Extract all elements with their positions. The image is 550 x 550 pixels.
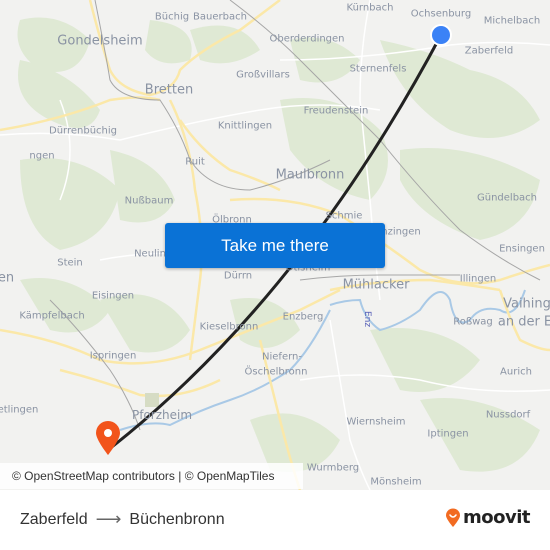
map-label: Kürnbach: [346, 2, 394, 14]
map-label: Nussdorf: [485, 409, 531, 421]
map-label: en: [0, 270, 15, 286]
map-label: Bretten: [144, 82, 194, 98]
map-label: Iptingen: [427, 428, 469, 440]
map-label: Kieselbronn: [199, 321, 259, 333]
map[interactable]: Gondelsheim Büchig Bauerbach Kürnbach Oc…: [0, 0, 550, 490]
park-area: [145, 393, 159, 407]
map-label: nzingen: [381, 226, 421, 238]
origin-marker[interactable]: [429, 23, 453, 47]
arrow-right-icon: ⟶: [95, 509, 122, 529]
map-label: Gündelbach: [476, 192, 538, 204]
map-label: Nußbaum: [124, 195, 174, 207]
map-label: Großvillars: [236, 69, 290, 81]
map-label: etlingen: [0, 404, 39, 416]
moovit-pin-icon: [446, 508, 460, 527]
map-label: Oberderdingen: [269, 33, 345, 45]
map-label: Öschelbronn: [244, 366, 308, 378]
map-label: Enzberg: [282, 311, 324, 323]
moovit-logo[interactable]: moovit: [445, 507, 531, 528]
map-label: Neulin: [134, 248, 166, 260]
origin-name: Zaberfeld: [20, 510, 88, 528]
map-label: Ispringen: [89, 350, 137, 362]
map-label: Mühlacker: [342, 277, 410, 293]
map-label: Ruit: [185, 156, 205, 168]
destination-pin-icon[interactable]: [94, 420, 122, 456]
map-label: Dürrenbüchig: [48, 125, 118, 137]
map-label: Dürrn: [223, 270, 253, 282]
footer: Zaberfeld ⟶ Büchenbronn moovit: [0, 490, 550, 550]
map-label: Kämpfelbach: [19, 310, 85, 322]
map-label: Stein: [57, 257, 83, 269]
route-title: Zaberfeld ⟶ Büchenbronn: [20, 509, 225, 530]
map-label: Ochsenburg: [410, 8, 472, 20]
map-label: Vaihing: [503, 296, 550, 312]
map-label: Sternenfels: [349, 63, 407, 75]
map-attribution[interactable]: © OpenStreetMap contributors | © OpenMap…: [0, 463, 303, 489]
map-label: Ensingen: [499, 243, 545, 255]
map-label: Gondelsheim: [57, 33, 143, 49]
map-label: Pforzheim: [131, 408, 193, 422]
map-label: Wiernsheim: [346, 416, 406, 428]
map-label: Eisingen: [91, 290, 135, 302]
river-label: Enz: [362, 310, 372, 328]
map-label: Wurmberg: [306, 462, 360, 474]
map-label: Niefern-: [262, 351, 302, 363]
map-label: Zaberfeld: [464, 45, 514, 57]
map-label: Aurich: [500, 366, 532, 378]
map-label: Bauerbach: [193, 11, 247, 23]
map-label: Illingen: [459, 273, 497, 285]
map-label: Freudenstein: [303, 105, 369, 117]
map-label: Büchig: [154, 11, 190, 23]
map-label: Roßwag: [453, 316, 493, 328]
destination-name: Büchenbronn: [129, 510, 225, 528]
map-label: Michelbach: [483, 15, 541, 27]
map-label: Knittlingen: [217, 120, 273, 132]
map-label: Mönsheim: [370, 476, 422, 488]
map-label: ngen: [29, 150, 55, 162]
take-me-there-button[interactable]: Take me there: [165, 223, 385, 268]
map-label: Schmie: [325, 210, 363, 222]
map-label: Maulbronn: [275, 167, 345, 183]
origin-marker-dot: [432, 26, 450, 44]
map-label: an der E: [497, 314, 550, 330]
moovit-wordmark: moovit: [463, 507, 531, 528]
